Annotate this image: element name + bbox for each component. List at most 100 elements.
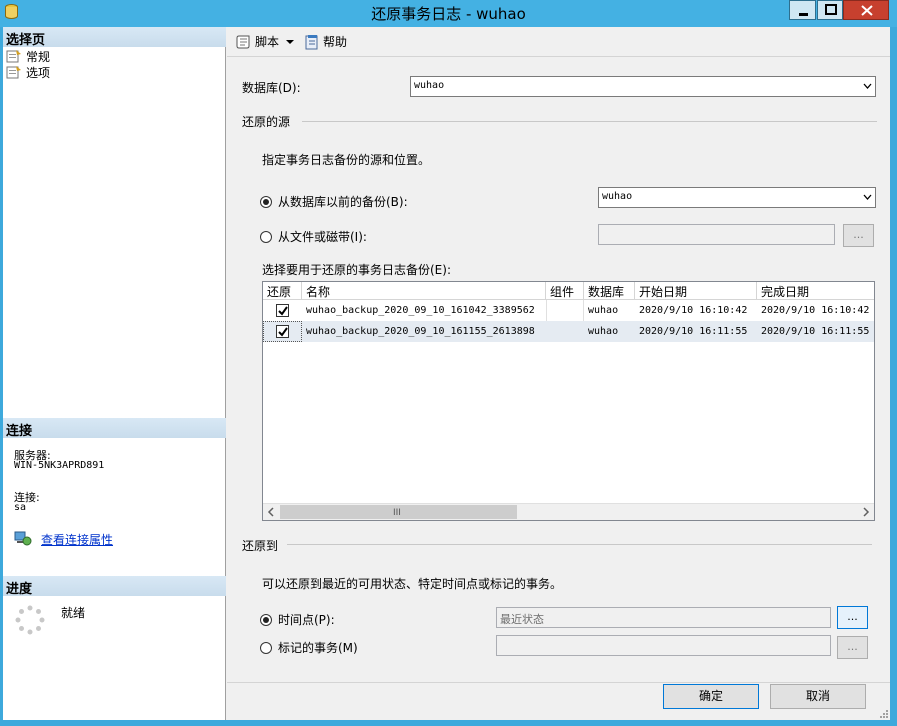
section-divider: [302, 121, 877, 122]
server-value: WIN-5NK3APRD891: [14, 460, 105, 471]
database-cell: wuhao: [588, 326, 619, 337]
start-date-cell: 2020/9/10 16:11:55: [639, 326, 748, 337]
restore-checkbox[interactable]: [276, 325, 289, 338]
select-backups-label: 选择要用于还原的事务日志备份(E):: [262, 263, 451, 277]
minimize-icon: [799, 13, 808, 16]
left-pane: 选择页 常规 选项 连接 服务器: WIN-5NK3APRD891 连接: sa: [3, 27, 226, 720]
window-title: 还原事务日志 - wuhao: [371, 5, 526, 23]
point-in-time-input[interactable]: 最近状态: [496, 607, 831, 628]
database-select[interactable]: wuhao: [410, 76, 876, 97]
column-header[interactable]: 数据库: [584, 282, 635, 299]
grid-header: 还原 名称 组件 数据库 开始日期 完成日期: [263, 282, 874, 300]
radio-unselected-icon: [260, 230, 272, 243]
from-database-select[interactable]: wuhao: [598, 187, 876, 208]
finish-date-cell: 2020/9/10 16:11:55: [761, 326, 870, 337]
page-settings-icon: [6, 50, 21, 63]
start-date-cell: 2020/9/10 16:10:42: [639, 305, 748, 316]
restore-to-section-title: 还原到: [242, 539, 279, 553]
finish-date-cell: 2020/9/10 16:10:42: [761, 305, 870, 316]
scroll-right-button[interactable]: [857, 504, 874, 520]
restore-cell: [263, 300, 302, 321]
from-file-label: 从文件或磁带(I):: [278, 230, 367, 244]
from-database-label: 从数据库以前的备份(B):: [278, 195, 408, 209]
title-bar: 还原事务日志 - wuhao: [0, 0, 897, 27]
from-file-radio[interactable]: 从文件或磁带(I):: [260, 228, 367, 245]
cancel-button[interactable]: 取消: [770, 684, 866, 709]
component-cell: [546, 300, 584, 321]
source-section-title: 还原的源: [242, 115, 291, 129]
script-icon: [236, 35, 250, 48]
maximize-icon: [825, 4, 837, 15]
script-button[interactable]: 脚本: [233, 31, 282, 53]
scroll-thumb[interactable]: III: [280, 505, 517, 519]
point-in-time-label: 时间点(P):: [278, 613, 335, 627]
page-item-general[interactable]: 常规: [6, 48, 50, 64]
restore-cell: [263, 321, 302, 342]
column-header[interactable]: 组件: [546, 282, 584, 299]
checkmark-icon: [277, 306, 288, 316]
from-database-radio[interactable]: 从数据库以前的备份(B):: [260, 193, 408, 210]
component-cell: [546, 321, 584, 342]
maximize-button[interactable]: [817, 0, 843, 20]
script-label: 脚本: [255, 35, 280, 49]
column-header[interactable]: 开始日期: [635, 282, 757, 299]
resize-grip-icon[interactable]: [878, 708, 888, 718]
page-item-options[interactable]: 选项: [6, 64, 50, 80]
chevron-right-icon: [863, 507, 870, 517]
chevron-down-icon: [863, 83, 872, 89]
connection-properties-icon: [14, 531, 32, 546]
marked-transaction-label: 标记的事务(M): [278, 641, 358, 655]
close-button[interactable]: [843, 0, 889, 20]
from-file-input[interactable]: [598, 224, 835, 245]
restore-to-hint: 可以还原到最近的可用状态、特定时间点或标记的事务。: [262, 577, 563, 591]
connection-header: 连接: [3, 418, 226, 439]
marked-transaction-input[interactable]: [496, 635, 831, 656]
column-header[interactable]: 名称: [302, 282, 546, 299]
help-label: 帮助: [323, 35, 348, 49]
chevron-left-icon: [267, 507, 274, 517]
close-icon: [861, 5, 873, 16]
connection-value: sa: [14, 502, 27, 513]
page-item-label: 选项: [26, 65, 51, 80]
toolbar: 脚本 帮助: [227, 27, 890, 57]
from-database-value: wuhao: [602, 191, 633, 202]
table-row[interactable]: wuhao_backup_2020_09_10_161155_2613898 w…: [263, 321, 874, 342]
horizontal-scrollbar[interactable]: III: [263, 503, 874, 520]
marked-transaction-browse-button[interactable]: ...: [837, 636, 868, 659]
column-header[interactable]: 还原: [263, 282, 302, 299]
progress-header: 进度: [3, 576, 226, 597]
ok-button[interactable]: 确定: [663, 684, 759, 709]
radio-unselected-icon: [260, 641, 272, 654]
section-divider: [287, 544, 872, 545]
marked-transaction-radio[interactable]: 标记的事务(M): [260, 639, 358, 656]
script-dropdown-button[interactable]: [282, 31, 301, 53]
checkmark-icon: [278, 327, 288, 337]
chevron-down-icon: [863, 194, 872, 200]
view-connection-properties-link[interactable]: 查看连接属性: [41, 531, 113, 548]
radio-selected-icon: [260, 195, 272, 208]
browse-file-button[interactable]: ...: [843, 224, 874, 247]
progress-spinner-icon: [15, 605, 45, 635]
source-hint: 指定事务日志备份的源和位置。: [262, 153, 431, 167]
chevron-down-icon: [286, 39, 295, 44]
progress-status: 就绪: [61, 606, 86, 620]
database-label: 数据库(D):: [242, 81, 301, 95]
radio-selected-icon: [260, 613, 272, 626]
point-in-time-radio[interactable]: 时间点(P):: [260, 611, 335, 628]
help-button[interactable]: 帮助: [301, 31, 350, 53]
point-in-time-browse-button[interactable]: ...: [837, 606, 868, 629]
page-item-label: 常规: [26, 49, 51, 64]
minimize-button[interactable]: [789, 0, 816, 20]
column-header[interactable]: 完成日期: [757, 282, 874, 299]
database-cell: wuhao: [588, 305, 619, 316]
name-cell: wuhao_backup_2020_09_10_161155_2613898: [306, 326, 535, 337]
database-select-value: wuhao: [414, 80, 445, 91]
table-row[interactable]: wuhao_backup_2020_09_10_161042_3389562 w…: [263, 300, 874, 321]
backup-sets-grid: 还原 名称 组件 数据库 开始日期 完成日期 wuhao_backup_2020…: [262, 281, 875, 521]
help-icon: [305, 34, 318, 49]
scroll-left-button[interactable]: [263, 504, 280, 520]
name-cell: wuhao_backup_2020_09_10_161042_3389562: [306, 305, 535, 316]
dialog-client: 选择页 常规 选项 连接 服务器: WIN-5NK3APRD891 连接: sa: [3, 27, 890, 720]
restore-checkbox[interactable]: [275, 304, 289, 317]
page-settings-icon: [6, 66, 21, 79]
